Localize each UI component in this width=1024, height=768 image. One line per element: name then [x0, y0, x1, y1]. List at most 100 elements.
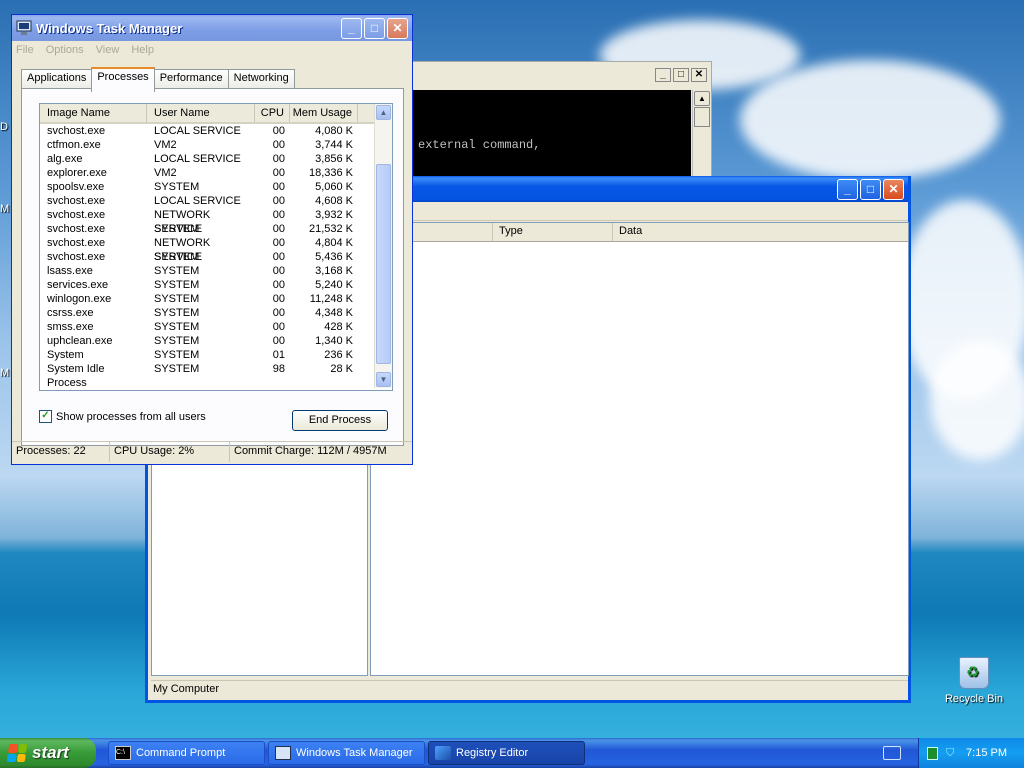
- maximize-button[interactable]: □: [673, 68, 689, 82]
- desktop-icon-label-edge[interactable]: M: [0, 203, 9, 215]
- process-cpu: 00: [272, 125, 285, 137]
- task-manager-menubar: File Options View Help: [12, 41, 412, 59]
- process-image-name: csrss.exe: [47, 307, 94, 319]
- process-user-name: NETWORK SERVICE: [154, 209, 211, 235]
- process-mem-usage: 11,248 K: [309, 293, 353, 305]
- menu-help[interactable]: Help: [131, 44, 154, 56]
- process-image-name: uphclean.exe: [47, 335, 113, 347]
- process-row[interactable]: svchost.exe SYSTEM 00 5,436 K: [40, 250, 392, 264]
- taskbar-item-command-prompt[interactable]: C:\ Command Prompt: [108, 741, 265, 765]
- process-row[interactable]: spoolsv.exe SYSTEM 00 5,060 K: [40, 180, 392, 194]
- process-row[interactable]: System SYSTEM 01 236 K: [40, 348, 392, 362]
- process-row[interactable]: winlogon.exe SYSTEM 00 11,248 K: [40, 292, 392, 306]
- process-list[interactable]: Image Name User Name CPU Mem Usage svcho…: [39, 103, 393, 391]
- process-row[interactable]: alg.exe LOCAL SERVICE 00 3,856 K: [40, 152, 392, 166]
- process-row[interactable]: ctfmon.exe VM2 00 3,744 K: [40, 138, 392, 152]
- process-cpu: 00: [272, 181, 285, 193]
- taskbar-item-registry-editor[interactable]: Registry Editor: [428, 741, 585, 765]
- column-cpu[interactable]: CPU: [255, 104, 290, 122]
- registry-values-pane[interactable]: Type Data: [370, 222, 909, 676]
- maximize-button[interactable]: □: [860, 178, 881, 200]
- process-row[interactable]: svchost.exe NETWORK SERVICE 00 4,804 K: [40, 236, 392, 263]
- maximize-button[interactable]: □: [364, 17, 385, 39]
- process-image-name: svchost.exe: [47, 209, 106, 221]
- menu-view[interactable]: View: [96, 44, 120, 56]
- tab-networking[interactable]: Networking: [227, 69, 295, 89]
- process-mem-usage: 28 K: [330, 363, 353, 375]
- process-cpu: 00: [272, 209, 285, 221]
- process-row[interactable]: uphclean.exe SYSTEM 00 1,340 K: [40, 334, 392, 348]
- menu-options[interactable]: Options: [46, 44, 84, 56]
- show-all-users-option[interactable]: ✓ Show processes from all users: [39, 410, 206, 423]
- process-row[interactable]: lsass.exe SYSTEM 00 3,168 K: [40, 264, 392, 278]
- minimize-button[interactable]: _: [655, 68, 671, 82]
- scroll-up-button[interactable]: ▲: [694, 91, 710, 106]
- show-all-users-checkbox[interactable]: ✓: [39, 410, 52, 423]
- recycle-bin-icon: [959, 657, 989, 689]
- windows-logo-icon: [6, 744, 28, 762]
- taskbar: start C:\ Command Prompt Windows Task Ma…: [0, 738, 1024, 768]
- task-manager-titlebar[interactable]: Windows Task Manager _ □ ✕: [12, 15, 412, 41]
- process-row[interactable]: svchost.exe LOCAL SERVICE 00 4,608 K: [40, 194, 392, 208]
- console-output[interactable]: external command,: [413, 90, 691, 179]
- scroll-up-button[interactable]: ▲: [376, 105, 391, 120]
- command-prompt-titlebar[interactable]: _ □ ✕: [413, 62, 711, 88]
- process-image-name: svchost.exe: [47, 251, 106, 263]
- column-image-name[interactable]: Image Name: [40, 104, 147, 122]
- process-mem-usage: 3,168 K: [315, 265, 353, 277]
- process-user-name: LOCAL SERVICE: [154, 195, 241, 207]
- column-data[interactable]: Data: [613, 223, 903, 241]
- status-processes: Processes: 22: [12, 442, 110, 462]
- scroll-thumb[interactable]: [694, 107, 710, 127]
- sky-cloud: [740, 60, 1000, 180]
- process-image-name: System Idle Process: [47, 363, 105, 389]
- network-status-icon[interactable]: [927, 746, 939, 760]
- tab-performance[interactable]: Performance: [153, 69, 229, 89]
- taskbar-item-task-manager[interactable]: Windows Task Manager: [268, 741, 425, 765]
- scroll-thumb[interactable]: [376, 164, 391, 364]
- command-prompt-window[interactable]: _ □ ✕ external command, ▲: [412, 61, 712, 179]
- process-cpu: 00: [272, 237, 285, 249]
- process-mem-usage: 5,436 K: [315, 251, 353, 263]
- process-row[interactable]: svchost.exe LOCAL SERVICE 00 4,080 K: [40, 124, 392, 138]
- values-column-header[interactable]: Type Data: [371, 223, 908, 242]
- process-image-name: svchost.exe: [47, 237, 106, 249]
- process-cpu: 00: [272, 139, 285, 151]
- column-user-name[interactable]: User Name: [147, 104, 255, 122]
- keyboard-icon[interactable]: [883, 746, 901, 760]
- desktop-icon-label-edge[interactable]: D: [0, 121, 8, 133]
- process-user-name: NETWORK SERVICE: [154, 237, 211, 263]
- tab-processes[interactable]: Processes: [91, 67, 155, 92]
- process-row[interactable]: svchost.exe SYSTEM 00 21,532 K: [40, 222, 392, 236]
- task-manager-window[interactable]: Windows Task Manager _ □ ✕ File Options …: [11, 14, 413, 465]
- process-mem-usage: 3,744 K: [315, 139, 353, 151]
- close-button[interactable]: ✕: [691, 68, 707, 82]
- close-button[interactable]: ✕: [387, 17, 408, 39]
- process-row[interactable]: svchost.exe NETWORK SERVICE 00 3,932 K: [40, 208, 392, 235]
- process-list-scrollbar[interactable]: ▲ ▼: [374, 104, 392, 388]
- process-user-name: LOCAL SERVICE: [154, 153, 241, 165]
- process-row[interactable]: services.exe SYSTEM 00 5,240 K: [40, 278, 392, 292]
- column-type[interactable]: Type: [493, 223, 613, 241]
- start-button[interactable]: start: [0, 738, 96, 768]
- process-user-name: SYSTEM: [154, 293, 200, 305]
- recycle-bin[interactable]: Recycle Bin: [940, 657, 1008, 705]
- minimize-button[interactable]: _: [837, 178, 858, 200]
- process-row[interactable]: System Idle Process SYSTEM 98 28 K: [40, 362, 392, 389]
- clock[interactable]: 7:15 PM: [966, 747, 1007, 759]
- minimize-button[interactable]: _: [341, 17, 362, 39]
- process-mem-usage: 4,608 K: [315, 195, 353, 207]
- desktop-icon-label-edge[interactable]: M: [0, 367, 9, 379]
- scroll-down-button[interactable]: ▼: [376, 372, 391, 387]
- tab-applications[interactable]: Applications: [21, 69, 93, 89]
- column-mem-usage[interactable]: Mem Usage: [290, 104, 358, 122]
- end-process-button[interactable]: End Process: [292, 410, 388, 431]
- close-button[interactable]: ✕: [883, 178, 904, 200]
- menu-file[interactable]: File: [16, 44, 34, 56]
- show-all-users-label[interactable]: Show processes from all users: [56, 411, 206, 423]
- security-shield-icon[interactable]: ⛉: [946, 747, 956, 759]
- process-row[interactable]: csrss.exe SYSTEM 00 4,348 K: [40, 306, 392, 320]
- console-scrollbar[interactable]: ▲: [692, 90, 711, 179]
- process-row[interactable]: explorer.exe VM2 00 18,336 K: [40, 166, 392, 180]
- process-row[interactable]: smss.exe SYSTEM 00 428 K: [40, 320, 392, 334]
